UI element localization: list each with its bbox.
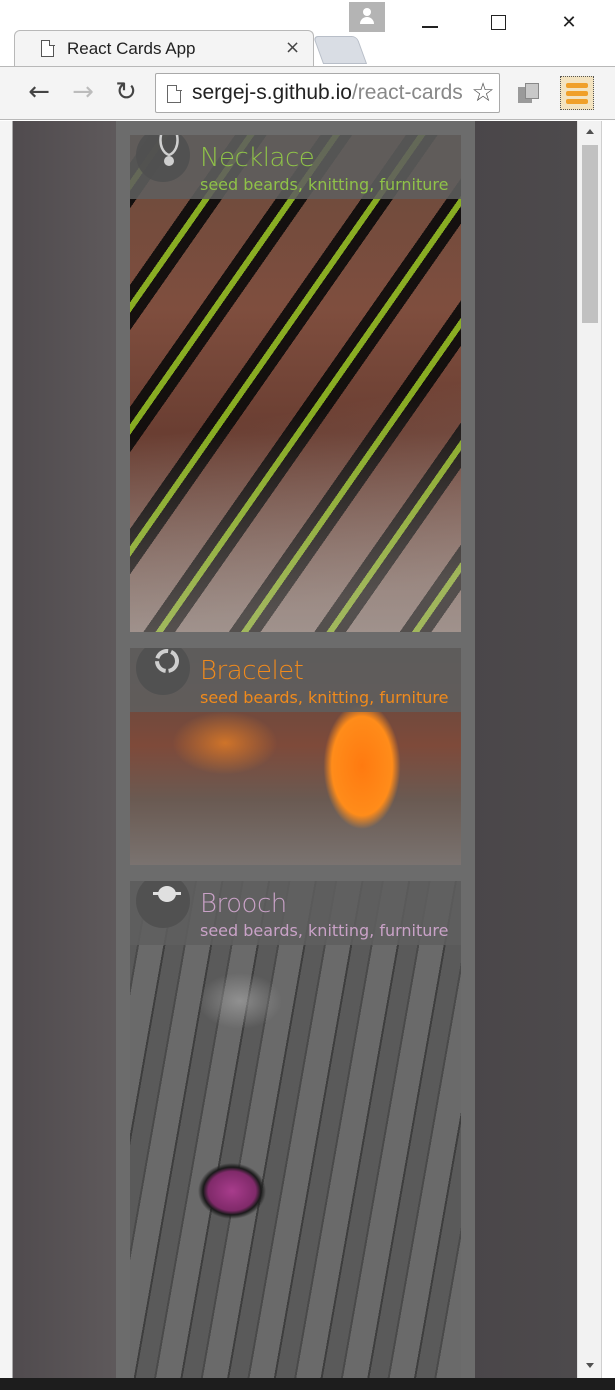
back-button[interactable]: ←	[24, 77, 54, 107]
necklace-photo	[130, 135, 461, 632]
forward-button[interactable]: →	[68, 77, 98, 107]
scroll-thumb[interactable]	[582, 145, 598, 323]
page-viewport: Necklace seed beards, knitting, furnitur…	[13, 121, 577, 1378]
card-title: Brooch	[200, 889, 287, 919]
card-title: Bracelet	[200, 656, 304, 686]
extension-icon[interactable]	[516, 81, 542, 107]
vertical-scrollbar[interactable]	[577, 121, 601, 1378]
menu-button[interactable]	[560, 76, 594, 110]
card-necklace[interactable]: Necklace seed beards, knitting, furnitur…	[130, 135, 461, 632]
url-host: sergej-s.github.io	[192, 81, 352, 104]
url-path: /react-cards	[351, 81, 463, 104]
taskbar-edge	[0, 1378, 615, 1390]
necklace-icon	[159, 135, 179, 166]
browser-window: ✕ React Cards App × ← → ↻ sergej-s.githu…	[0, 0, 615, 1390]
new-tab-button[interactable]	[312, 36, 368, 64]
card-subtitle: seed beards, knitting, furniture	[200, 175, 449, 194]
reload-button[interactable]: ↻	[111, 77, 141, 107]
bracelet-icon	[155, 649, 179, 673]
window-right-edge	[601, 121, 615, 1378]
card-subtitle: seed beards, knitting, furniture	[200, 921, 449, 940]
profile-icon[interactable]	[349, 2, 385, 32]
tab-close-icon[interactable]: ×	[285, 37, 300, 58]
bookmark-star-icon[interactable]: ☆	[468, 76, 498, 110]
card-subtitle: seed beards, knitting, furniture	[200, 688, 449, 707]
card-title: Necklace	[200, 143, 315, 173]
window-left-edge	[0, 121, 13, 1378]
document-icon	[41, 40, 54, 57]
brooch-photo	[130, 881, 461, 1378]
toolbar: ← → ↻ sergej-s.github.io/react-cards ☆	[0, 66, 615, 120]
minimize-button[interactable]	[407, 6, 453, 40]
title-bar: ✕ React Cards App ×	[0, 0, 615, 66]
tab-title: React Cards App	[67, 39, 196, 58]
page-info-icon[interactable]	[167, 84, 182, 103]
address-bar[interactable]: sergej-s.github.io/react-cards ☆	[155, 73, 500, 113]
scroll-up-arrow-icon[interactable]	[586, 129, 594, 134]
cards-column: Necklace seed beards, knitting, furnitur…	[116, 121, 475, 1378]
scroll-down-arrow-icon[interactable]	[586, 1363, 594, 1368]
close-window-button[interactable]: ✕	[546, 6, 592, 40]
tab-react-cards[interactable]: React Cards App ×	[14, 30, 314, 66]
card-bracelet[interactable]: Bracelet seed beards, knitting, furnitur…	[130, 648, 461, 865]
url-text[interactable]: sergej-s.github.io/react-cards	[192, 81, 463, 105]
maximize-button[interactable]	[476, 6, 522, 40]
brooch-icon	[153, 886, 181, 902]
card-brooch[interactable]: Brooch seed beards, knitting, furniture	[130, 881, 461, 1378]
